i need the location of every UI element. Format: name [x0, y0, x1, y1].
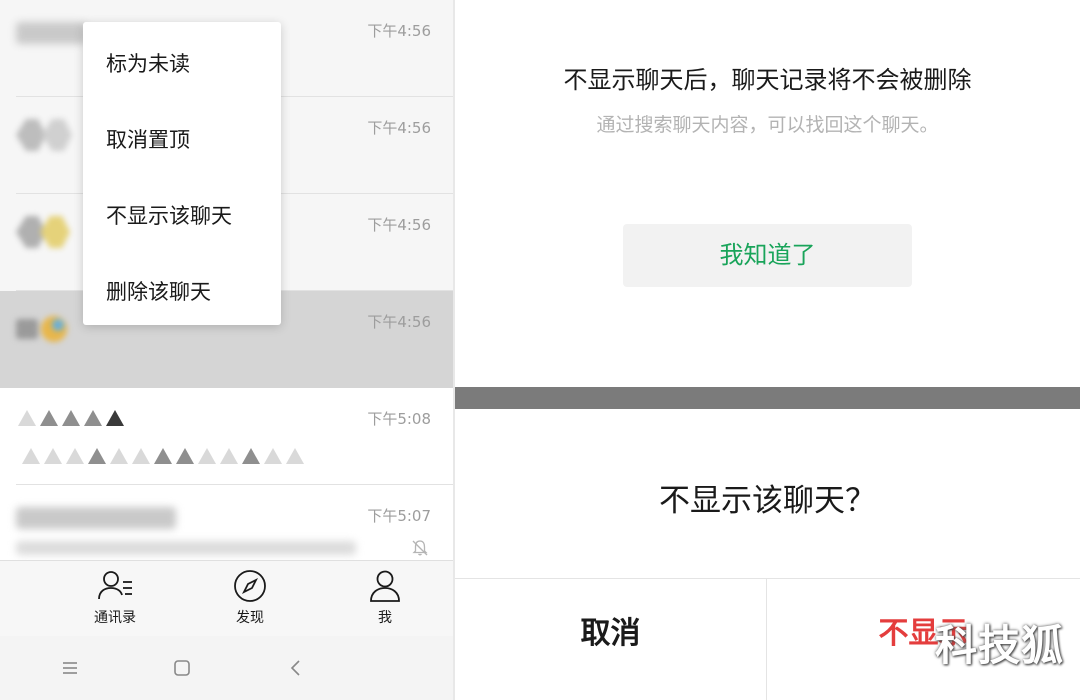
tab-discover-label: 发现 — [236, 610, 264, 626]
notice-dialog-subtitle: 通过搜索聊天内容，可以找回这个聊天。 — [596, 114, 939, 136]
tab-contacts[interactable]: 通讯录 — [75, 569, 155, 627]
tab-me-label: 我 — [378, 610, 392, 626]
blurred-avatar — [16, 216, 70, 248]
bottom-tab-bar: 通讯录 发现 我 — [0, 560, 453, 636]
redacted-name-pattern — [18, 410, 124, 426]
mute-bell-icon — [412, 540, 428, 556]
redacted-message-pattern — [22, 448, 304, 464]
tab-discover[interactable]: 发现 — [210, 569, 290, 627]
blurred-avatar — [16, 119, 72, 151]
contacts-icon — [98, 571, 132, 600]
chat-time: 下午5:07 — [367, 507, 431, 525]
menu-item-unpin[interactable]: 取消置顶 — [106, 124, 190, 154]
chat-time: 下午4:56 — [367, 216, 431, 234]
chat-list-panel: 下午4:56 下午4:56 下午4:56 下午4:56 下午5:08 下午5:0… — [0, 0, 453, 700]
menu-icon[interactable] — [58, 656, 82, 680]
blurred-chat-name — [16, 22, 86, 44]
tab-me[interactable]: 我 — [345, 569, 425, 627]
chat-row[interactable]: 下午5:08 — [0, 388, 453, 485]
back-chevron-icon[interactable] — [284, 656, 308, 680]
confirm-dialog-title: 不显示该聊天？ — [659, 483, 876, 519]
cancel-button[interactable]: 取消 — [455, 579, 766, 689]
notice-dialog: 不显示聊天后，聊天记录将不会被删除 通过搜索聊天内容，可以找回这个聊天。 我知道… — [455, 0, 1080, 387]
person-icon — [370, 570, 400, 602]
chat-time: 下午4:56 — [367, 313, 431, 331]
dimmed-backdrop — [455, 387, 1080, 409]
screenshot-composite: 下午4:56 下午4:56 下午4:56 下午4:56 下午5:08 下午5:0… — [0, 0, 1080, 700]
blurred-message-preview — [16, 541, 356, 555]
notice-dialog-title: 不显示聊天后，聊天记录将不会被删除 — [563, 66, 972, 94]
acknowledge-button[interactable]: 我知道了 — [623, 224, 912, 287]
chat-time: 下午4:56 — [367, 22, 431, 40]
chat-time: 下午5:08 — [367, 410, 431, 428]
watermark: 科技狐 — [935, 621, 1065, 670]
tab-contacts-label: 通讯录 — [94, 610, 136, 626]
chat-context-menu: 标为未读 取消置顶 不显示该聊天 删除该聊天 — [83, 22, 281, 325]
blurred-avatar — [16, 316, 67, 342]
menu-item-delete-chat[interactable]: 删除该聊天 — [106, 276, 211, 306]
compass-icon — [234, 570, 266, 602]
home-square-icon[interactable] — [170, 656, 194, 680]
chat-time: 下午4:56 — [367, 119, 431, 137]
menu-item-hide-chat[interactable]: 不显示该聊天 — [106, 200, 232, 230]
menu-item-mark-unread[interactable]: 标为未读 — [106, 48, 190, 78]
blurred-chat-name — [16, 507, 176, 529]
system-nav-bar — [0, 636, 453, 700]
